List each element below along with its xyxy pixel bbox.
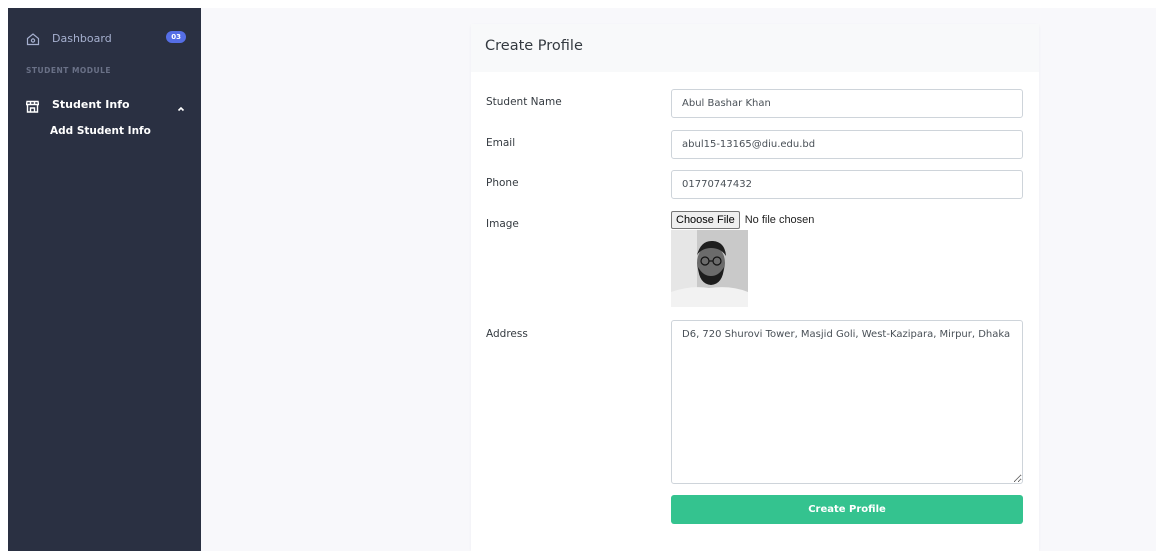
phone-label: Phone <box>486 177 519 189</box>
create-profile-button[interactable]: Create Profile <box>671 495 1023 524</box>
address-label: Address <box>486 328 528 340</box>
sidebar: Dashboard 03 STUDENT MODULE Student Info… <box>8 8 201 551</box>
sidebar-section-title: STUDENT MODULE <box>26 66 112 75</box>
address-textarea[interactable]: D6, 720 Shurovi Tower, Masjid Goli, West… <box>671 320 1023 484</box>
email-input[interactable] <box>671 130 1023 159</box>
store-icon <box>25 98 40 113</box>
image-label: Image <box>486 218 519 230</box>
home-icon <box>26 31 40 46</box>
sidebar-item-label: Student Info <box>52 97 130 111</box>
dashboard-count-badge: 03 <box>166 31 186 43</box>
card-header: Create Profile <box>471 24 1039 72</box>
choose-file-button[interactable]: Choose File <box>671 211 740 229</box>
sidebar-item-dashboard[interactable]: Dashboard 03 <box>26 28 186 48</box>
student-name-label: Student Name <box>486 96 562 108</box>
image-file-input: Choose File No file chosen <box>671 211 814 229</box>
email-label: Email <box>486 137 516 149</box>
sidebar-subitem-add-student-info[interactable]: Add Student Info <box>50 125 151 137</box>
card-title: Create Profile <box>485 38 583 54</box>
chevron-up-icon[interactable] <box>176 99 186 112</box>
phone-input[interactable] <box>671 170 1023 199</box>
sidebar-item-student-info[interactable]: Student Info <box>25 94 186 114</box>
student-name-input[interactable] <box>671 89 1023 118</box>
sidebar-item-label: Dashboard <box>52 31 112 45</box>
file-status-text: No file chosen <box>744 214 815 226</box>
profile-image-preview <box>671 230 748 307</box>
